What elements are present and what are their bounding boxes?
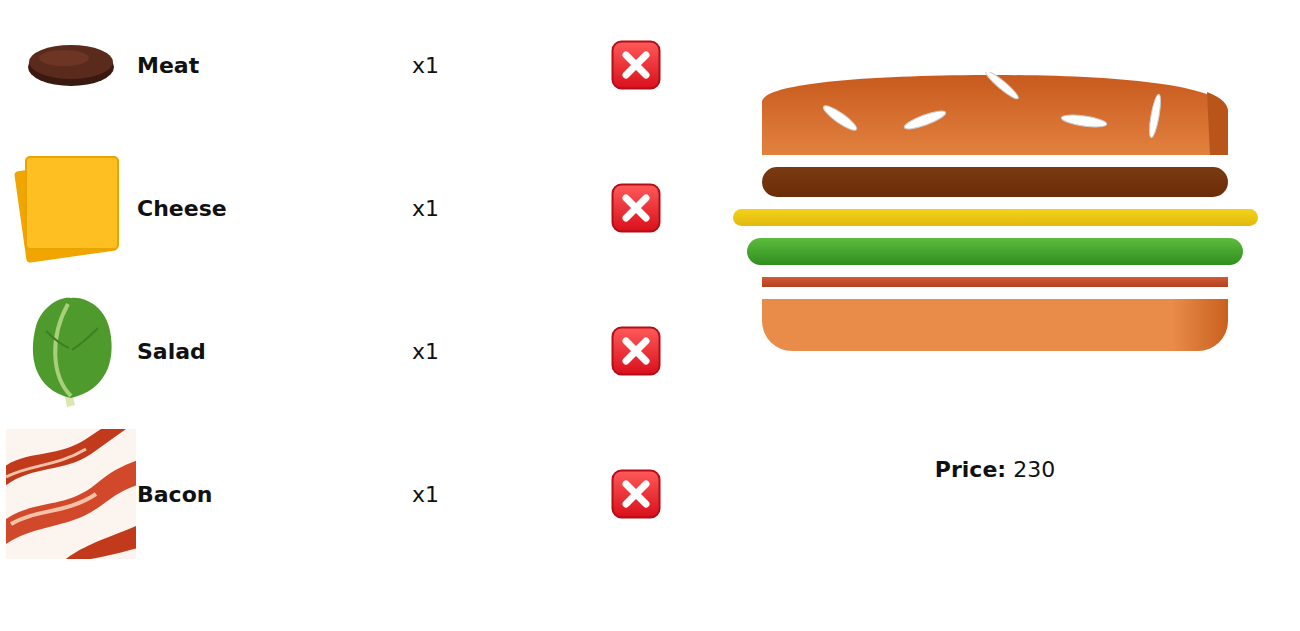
salad-icon [6, 286, 136, 416]
ingredient-name: Salad [136, 339, 412, 364]
meat-layer [762, 167, 1228, 197]
ingredient-row: Meatx1 [6, 0, 700, 110]
meat-icon [6, 0, 136, 130]
ingredient-image [6, 0, 136, 130]
ingredient-row: Baconx1 [6, 429, 700, 539]
ingredient-name: Cheese [136, 196, 412, 221]
ingredient-row: Cheesex1 [6, 143, 700, 253]
cheese-icon [6, 143, 136, 273]
remove-icon[interactable] [611, 40, 661, 90]
bacon-layer [762, 277, 1228, 287]
remove-icon[interactable] [611, 469, 661, 519]
ingredient-row: Saladx1 [6, 286, 700, 396]
burger-builder: Meatx1Cheesex1Saladx1Baconx1 Price:230 [0, 0, 1300, 631]
ingredient-name: Bacon [136, 482, 412, 507]
ingredient-count: x1 [412, 482, 611, 507]
price: Price: 230 [935, 457, 1055, 482]
ingredient-image [6, 143, 136, 273]
bacon-icon [6, 429, 136, 559]
salad-layer [747, 238, 1243, 265]
burger [733, 72, 1258, 351]
remove-icon[interactable] [611, 326, 661, 376]
burger-panel: Price: 230 [700, 0, 1300, 631]
ingredient-image [6, 286, 136, 416]
price-value: 230 [1013, 457, 1055, 482]
ingredient-image [6, 429, 136, 559]
ingredient-count: x1 [412, 196, 611, 221]
price-label: Price: [935, 457, 1006, 482]
ingredient-count: x1 [412, 339, 611, 364]
ingredient-name: Meat [136, 53, 412, 78]
cheese-layer [733, 209, 1258, 226]
ingredient-count: x1 [412, 53, 611, 78]
remove-icon[interactable] [611, 183, 661, 233]
ingredient-list: Meatx1Cheesex1Saladx1Baconx1 [0, 0, 700, 631]
top-bun-icon [762, 72, 1228, 155]
bottom-bun [762, 299, 1228, 351]
